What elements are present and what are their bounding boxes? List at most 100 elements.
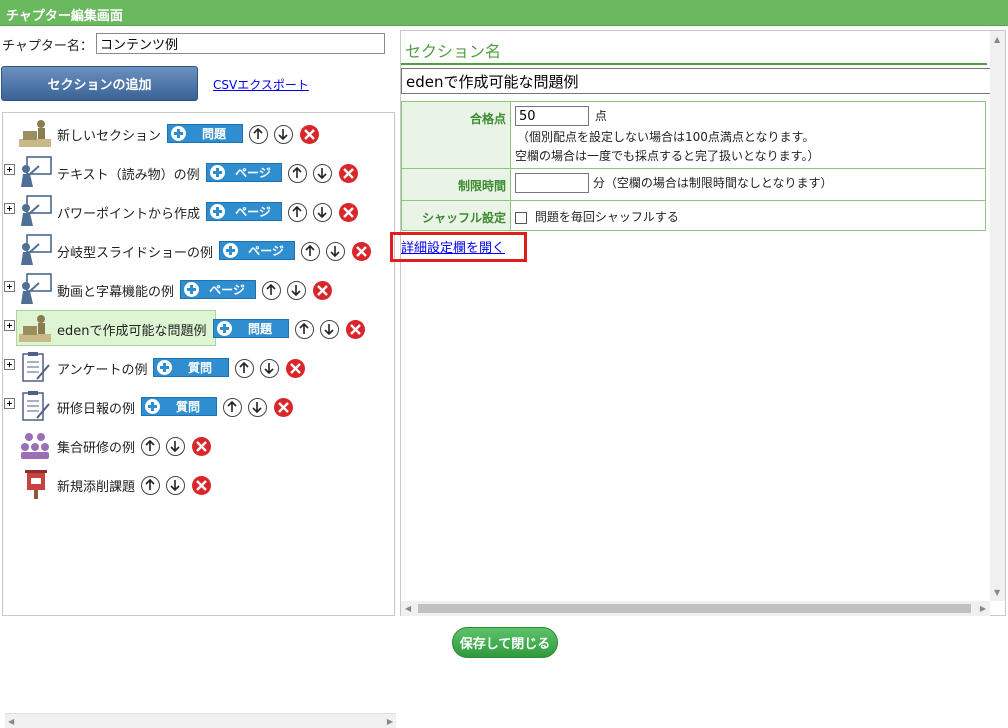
delete-icon[interactable] xyxy=(339,164,358,183)
csv-export-link[interactable]: CSVエクスポート xyxy=(213,76,309,93)
delete-icon[interactable] xyxy=(192,437,211,456)
add-content-label: 質問 xyxy=(187,361,212,375)
delete-icon[interactable] xyxy=(286,359,305,378)
passing-score-label: 合格点 xyxy=(401,101,511,169)
tree-node-label[interactable]: 研修日報の例 xyxy=(57,398,135,417)
add-content-button[interactable]: ページ xyxy=(180,280,256,299)
move-down-icon[interactable] xyxy=(248,398,267,417)
tree-row[interactable]: 研修日報の例 質問 xyxy=(3,388,394,424)
highlight-annotation-box xyxy=(390,232,527,262)
expand-icon[interactable] xyxy=(4,359,15,370)
scroll-down-icon[interactable]: ▼ xyxy=(994,588,1000,597)
tree-row[interactable]: 新規添削課題 xyxy=(3,466,394,502)
group-training-icon xyxy=(17,429,53,461)
delete-icon[interactable] xyxy=(274,398,293,417)
presenter-board-icon xyxy=(17,234,53,266)
tree-node-label[interactable]: edenで作成可能な問題例 xyxy=(57,320,207,339)
move-down-icon[interactable] xyxy=(320,320,339,339)
plus-icon xyxy=(210,165,225,180)
tree-node-label[interactable]: 分岐型スライドショーの例 xyxy=(57,242,213,261)
expand-icon[interactable] xyxy=(4,320,15,331)
tree-node-label[interactable]: アンケートの例 xyxy=(57,359,147,378)
tree-node-label[interactable]: 新規添削課題 xyxy=(57,476,135,495)
tree-row[interactable]: edenで作成可能な問題例 問題 xyxy=(3,310,394,346)
time-limit-unit: 分（空欄の場合は制限時間なしとなります） xyxy=(592,175,833,190)
save-and-close-button[interactable]: 保存して閉じる xyxy=(452,627,558,658)
delete-icon[interactable] xyxy=(300,125,319,144)
editor-vertical-scrollbar[interactable]: ▲ ▼ xyxy=(990,31,1005,601)
scroll-left-icon[interactable]: ◀ xyxy=(405,604,411,613)
add-content-label: ページ xyxy=(248,244,284,258)
move-down-icon[interactable] xyxy=(166,476,185,495)
delete-icon[interactable] xyxy=(339,203,358,222)
add-content-button[interactable]: ページ xyxy=(219,241,295,260)
expand-icon[interactable] xyxy=(4,398,15,409)
tree-row[interactable]: 新しいセクション 問題 xyxy=(3,115,394,151)
delete-icon[interactable] xyxy=(192,476,211,495)
tree-node-label[interactable]: テキスト（読み物）の例 xyxy=(57,164,200,183)
shuffle-checkbox[interactable] xyxy=(515,211,527,224)
move-down-icon[interactable] xyxy=(166,437,185,456)
move-up-icon[interactable] xyxy=(235,359,254,378)
move-down-icon[interactable] xyxy=(313,203,332,222)
tree-node-label[interactable]: 動画と字幕機能の例 xyxy=(57,281,174,300)
teacher-desk-icon xyxy=(17,312,53,344)
move-up-icon[interactable] xyxy=(288,164,307,183)
move-down-icon[interactable] xyxy=(260,359,279,378)
time-limit-label: 制限時間 xyxy=(401,168,511,201)
scroll-up-icon[interactable]: ▲ xyxy=(994,35,1000,44)
add-content-button[interactable]: ページ xyxy=(206,202,282,221)
add-section-button[interactable]: セクションの追加 xyxy=(1,66,198,101)
tree-row[interactable]: 分岐型スライドショーの例 ページ xyxy=(3,232,394,268)
move-up-icon[interactable] xyxy=(141,437,160,456)
passing-score-input[interactable] xyxy=(515,106,589,126)
tree-row[interactable]: パワーポイントから作成 ページ xyxy=(3,193,394,229)
scroll-right-icon[interactable]: ▶ xyxy=(387,717,393,726)
tree-node-label[interactable]: 新しいセクション xyxy=(57,125,161,144)
delete-icon[interactable] xyxy=(346,320,365,339)
move-up-icon[interactable] xyxy=(262,281,281,300)
chapter-name-input[interactable] xyxy=(96,33,385,54)
move-up-icon[interactable] xyxy=(295,320,314,339)
move-down-icon[interactable] xyxy=(274,125,293,144)
tree-horizontal-scrollbar[interactable]: ◀ ▶ xyxy=(5,713,396,728)
add-content-button[interactable]: 問題 xyxy=(213,319,289,338)
window-title: チャプター編集画面 xyxy=(0,0,1008,26)
add-content-button[interactable]: ページ xyxy=(206,163,282,182)
scroll-right-icon[interactable]: ▶ xyxy=(980,604,986,613)
tree-row[interactable]: アンケートの例 質問 xyxy=(3,349,394,385)
add-content-label: ページ xyxy=(235,205,271,219)
add-content-button[interactable]: 問題 xyxy=(167,124,243,143)
tree-row[interactable]: テキスト（読み物）の例 ページ xyxy=(3,154,394,190)
move-down-icon[interactable] xyxy=(326,242,345,261)
move-up-icon[interactable] xyxy=(141,476,160,495)
tree-row[interactable]: 集合研修の例 xyxy=(3,427,394,463)
editor-horizontal-scrollbar[interactable]: ◀ ▶ xyxy=(401,601,990,616)
shuffle-label: シャッフル設定 xyxy=(401,200,511,231)
scrollbar-thumb[interactable] xyxy=(418,604,971,613)
expand-icon[interactable] xyxy=(4,164,15,175)
scroll-left-icon[interactable]: ◀ xyxy=(8,717,14,726)
expand-icon[interactable] xyxy=(4,281,15,292)
add-content-button[interactable]: 質問 xyxy=(141,397,217,416)
plus-icon xyxy=(217,321,232,336)
clipboard-icon xyxy=(17,390,53,422)
time-limit-input[interactable] xyxy=(515,173,589,193)
move-down-icon[interactable] xyxy=(313,164,332,183)
expand-icon[interactable] xyxy=(4,203,15,214)
add-content-label: 問題 xyxy=(201,127,226,141)
move-up-icon[interactable] xyxy=(249,125,268,144)
tree-node-label[interactable]: パワーポイントから作成 xyxy=(57,203,200,222)
delete-icon[interactable] xyxy=(352,242,371,261)
tree-row[interactable]: 動画と字幕機能の例 ページ xyxy=(3,271,394,307)
delete-icon[interactable] xyxy=(313,281,332,300)
move-up-icon[interactable] xyxy=(223,398,242,417)
move-up-icon[interactable] xyxy=(288,203,307,222)
move-up-icon[interactable] xyxy=(301,242,320,261)
add-content-button[interactable]: 質問 xyxy=(153,358,229,377)
chapter-name-label: チャプター名： xyxy=(2,39,93,54)
tree-node-label[interactable]: 集合研修の例 xyxy=(57,437,135,456)
plus-icon xyxy=(157,360,172,375)
section-name-input[interactable] xyxy=(401,68,991,94)
move-down-icon[interactable] xyxy=(287,281,306,300)
